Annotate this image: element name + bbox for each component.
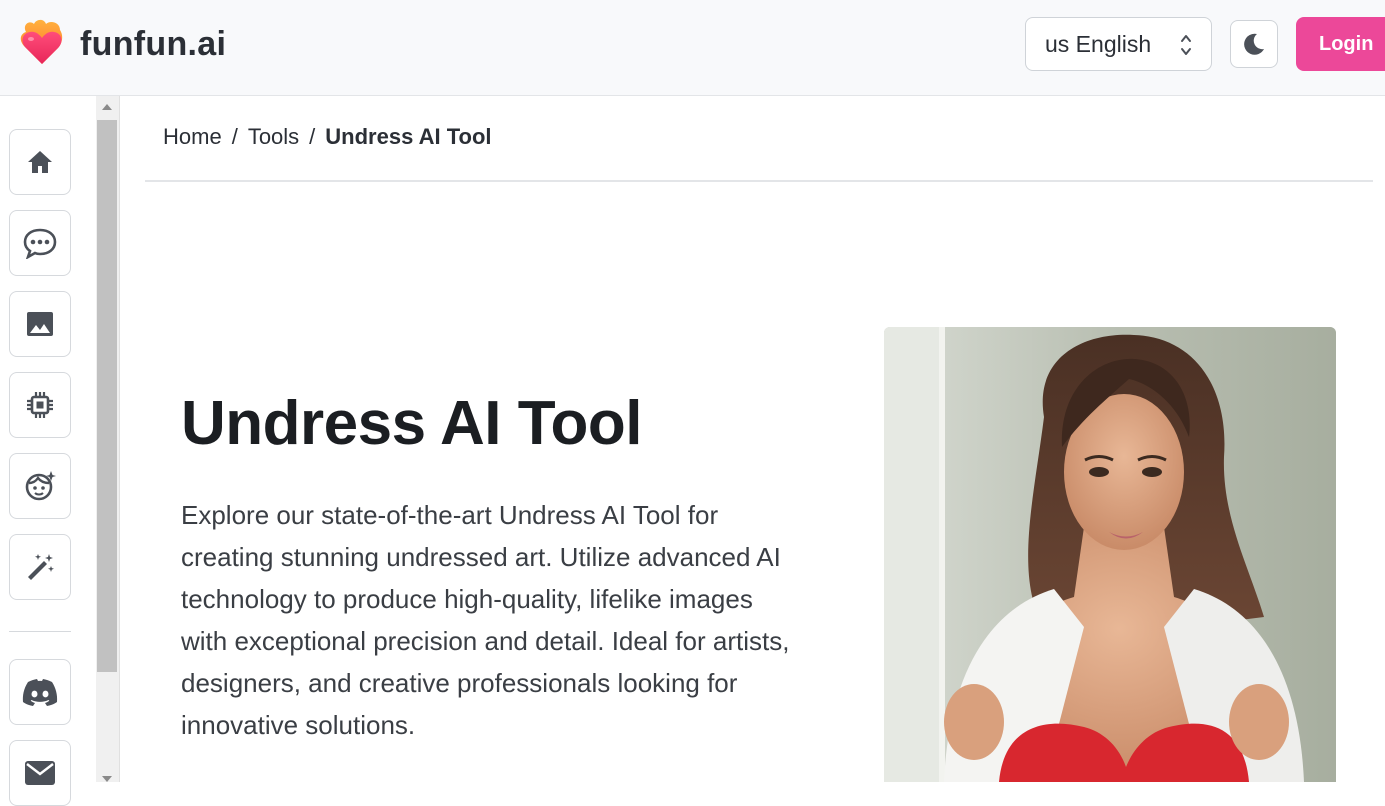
sidebar-item-chat[interactable] <box>9 210 71 276</box>
home-icon <box>28 151 52 173</box>
top-header: funfun.ai us English Login <box>0 0 1385 96</box>
sidebar-item-home[interactable] <box>9 129 71 195</box>
mail-icon <box>25 761 55 785</box>
logo[interactable]: funfun.ai <box>16 18 226 70</box>
sidebar-item-discord[interactable] <box>9 659 71 725</box>
sidebar-scrollbar[interactable] <box>96 96 120 782</box>
sidebar-item-face[interactable] <box>9 453 71 519</box>
language-label: us English <box>1045 30 1152 57</box>
login-button[interactable]: Login <box>1296 17 1385 71</box>
discord-icon <box>22 679 58 706</box>
chat-icon <box>23 228 57 259</box>
sidebar <box>0 96 96 806</box>
breadcrumb-current: Undress AI Tool <box>325 124 492 149</box>
breadcrumb-separator: / <box>231 124 238 149</box>
portrait-image <box>884 327 1336 782</box>
theme-toggle-button[interactable] <box>1230 20 1278 68</box>
page-title: Undress AI Tool <box>181 389 642 458</box>
magic-wand-icon <box>28 554 54 580</box>
sidebar-item-images[interactable] <box>9 291 71 357</box>
breadcrumb-divider <box>145 180 1373 182</box>
scroll-up-arrow-icon[interactable] <box>102 104 112 110</box>
face-sparkle-icon <box>25 471 56 501</box>
sidebar-item-magic[interactable] <box>9 534 71 600</box>
breadcrumb: Home / Tools / Undress AI Tool <box>163 124 492 150</box>
scrollbar-thumb[interactable] <box>97 120 117 672</box>
sidebar-divider <box>9 631 71 632</box>
chip-icon <box>27 392 53 418</box>
hero-image <box>884 327 1336 782</box>
breadcrumb-separator: / <box>309 124 316 149</box>
scroll-down-arrow-icon[interactable] <box>102 776 112 782</box>
breadcrumb-home-link[interactable]: Home <box>163 124 222 150</box>
moon-icon <box>1244 33 1264 55</box>
chevron-up-down-icon <box>1181 35 1191 55</box>
image-icon <box>27 312 53 336</box>
breadcrumb-tools-link[interactable]: Tools <box>248 124 299 150</box>
page-description: Explore our state-of-the-art Undress AI … <box>181 500 790 740</box>
sidebar-item-models[interactable] <box>9 372 71 438</box>
logo-text: funfun.ai <box>80 24 227 63</box>
heart-flame-logo-icon <box>20 19 63 65</box>
language-select[interactable]: us English <box>1025 17 1212 71</box>
sidebar-item-mail[interactable] <box>9 740 71 806</box>
